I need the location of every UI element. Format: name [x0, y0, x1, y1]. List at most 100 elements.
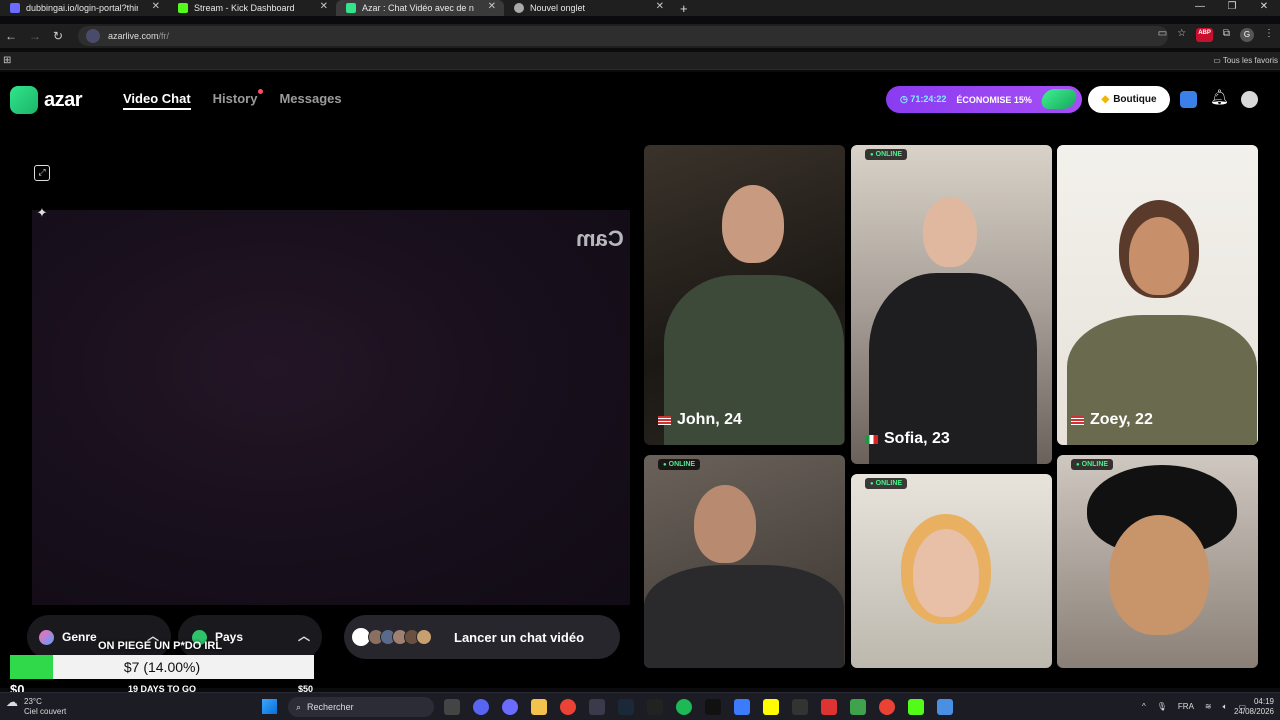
start-video-chat-button[interactable]: Lancer un chat vidéo	[344, 615, 620, 659]
volume-icon[interactable]: 🔈︎	[1223, 702, 1228, 712]
apps-grid-icon[interactable]: ⊞	[3, 55, 11, 66]
profile-photo	[913, 529, 979, 617]
app-icon[interactable]	[850, 699, 866, 715]
profile-card-sofia[interactable]: ONLINE Sofia, 23	[851, 145, 1052, 464]
app-icon[interactable]	[734, 699, 750, 715]
chat-icon[interactable]	[1180, 91, 1197, 108]
bell-icon[interactable]: 🔔︎	[1210, 88, 1229, 106]
clock-time: 04:19	[1253, 697, 1274, 706]
shop-label: Boutique	[1113, 94, 1157, 105]
new-tab-icon[interactable]: +	[680, 1, 688, 16]
bookmarks-bar: ⊞ ▭ Tous les favoris	[0, 52, 1280, 70]
forward-icon[interactable]: →	[29, 29, 41, 43]
all-bookmarks[interactable]: ▭ Tous les favoris	[1213, 56, 1278, 65]
app-icon[interactable]	[647, 699, 663, 715]
mirrored-cam-text: Cam	[576, 226, 624, 251]
user-avatar-icon[interactable]	[1241, 91, 1258, 108]
profile-photo	[923, 197, 977, 267]
url-path: /fr/	[158, 31, 170, 41]
close-tab-icon[interactable]: ✕	[320, 1, 328, 12]
taskbar-search[interactable]: ⌕ Rechercher	[288, 697, 434, 717]
extensions-icon[interactable]: ⧉	[1223, 28, 1230, 42]
promo-time-value: 71:24:22	[910, 94, 947, 104]
app-icon[interactable]	[937, 699, 953, 715]
profile-name: John, 24	[658, 411, 742, 429]
profile-card-6[interactable]: ONLINE	[1057, 455, 1258, 668]
weather-desc: Ciel couvert	[24, 707, 67, 716]
restore-icon[interactable]: ❐	[1216, 0, 1248, 14]
expand-icon[interactable]: ⤢	[34, 165, 50, 181]
us-flag-icon	[1071, 415, 1084, 425]
cast-icon[interactable]: ▭	[1158, 28, 1167, 42]
bookmark-star-icon[interactable]: ☆	[1177, 28, 1186, 42]
profile-card-john[interactable]: John, 24	[644, 145, 845, 445]
url-domain: azarlive.com	[108, 31, 159, 41]
goal-title: ON PIEGE UN P*DO IRL	[98, 640, 223, 652]
clock-date: 24/08/2026	[1233, 707, 1274, 716]
toolbar-icons: ▭ ☆ ABP ⧉ G ⋮	[1158, 28, 1274, 42]
azar-app: azar Video Chat History Messages ◷ 71:24…	[0, 72, 1280, 688]
browser-menu-icon[interactable]: ⋮	[1264, 28, 1274, 42]
browser-tab-3[interactable]: Azar : Chat Vidéo avec de n ✕	[336, 0, 504, 16]
steam-icon[interactable]	[618, 699, 634, 715]
spotify-icon[interactable]	[676, 699, 692, 715]
back-icon[interactable]: ←	[5, 29, 17, 43]
profile-photo	[1109, 515, 1209, 635]
file-explorer-icon[interactable]	[531, 699, 547, 715]
task-view-icon[interactable]	[444, 699, 460, 715]
nav-video-chat[interactable]: Video Chat	[123, 91, 191, 110]
search-placeholder: Rechercher	[307, 702, 354, 712]
weather-temp: 23°C	[24, 697, 42, 706]
promo-banner[interactable]: ◷ 71:24:22 ÉCONOMISE 15%	[886, 86, 1082, 113]
browser-tab-1[interactable]: dubbingai.io/login-portal?third ✕	[0, 0, 168, 16]
copilot-icon[interactable]	[502, 699, 518, 715]
profile-photo	[644, 565, 844, 668]
donation-goal-overlay: ON PIEGE UN P*DO IRL $7 (14.00%) $0 19 D…	[10, 640, 316, 697]
chrome-favicon-icon	[514, 3, 524, 13]
close-tab-icon[interactable]: ✕	[488, 1, 496, 12]
minimize-icon[interactable]: —	[1184, 0, 1216, 14]
cloud-icon: ☁	[6, 695, 18, 709]
snapchat-icon[interactable]	[763, 699, 779, 715]
nav-messages[interactable]: Messages	[279, 91, 341, 110]
windows-start-icon[interactable]	[262, 699, 277, 714]
weather-widget[interactable]: ☁ 23°C Ciel couvert	[6, 695, 67, 717]
profile-name-text: Sofia, 23	[884, 430, 950, 447]
profile-card-5[interactable]: ONLINE	[851, 474, 1052, 668]
close-tab-icon[interactable]: ✕	[656, 1, 664, 12]
url-input[interactable]: azarlive.com /fr/	[78, 26, 1168, 46]
tray-chevron-icon[interactable]: ^	[1142, 702, 1146, 712]
app-icon[interactable]	[705, 699, 721, 715]
app-icon[interactable]	[792, 699, 808, 715]
avatar-stack	[368, 629, 432, 645]
goal-progress-bar: $7 (14.00%)	[10, 655, 314, 679]
profile-card-zoey[interactable]: Zoey, 22	[1057, 145, 1258, 445]
store-icon[interactable]	[589, 699, 605, 715]
close-tab-icon[interactable]: ✕	[152, 1, 160, 12]
app-icon[interactable]	[821, 699, 837, 715]
browser-tab-2[interactable]: Stream - Kick Dashboard ✕	[168, 0, 336, 16]
wifi-icon[interactable]: ≋	[1205, 702, 1212, 712]
site-info-icon[interactable]	[86, 29, 100, 43]
app-icon[interactable]	[908, 699, 924, 715]
online-badge: ONLINE	[865, 149, 908, 160]
discord-icon[interactable]	[473, 699, 489, 715]
reload-icon[interactable]: ↻	[53, 29, 63, 43]
browser-tab-4[interactable]: Nouvel onglet ✕	[504, 0, 672, 16]
lang-indicator[interactable]: FRA	[1178, 702, 1194, 712]
chrome-icon[interactable]	[560, 699, 576, 715]
magic-wand-icon[interactable]: ✦	[34, 205, 50, 221]
azar-favicon-icon	[346, 3, 356, 13]
profile-card-4[interactable]: ONLINE	[644, 455, 845, 668]
shop-button[interactable]: ◆ Boutique	[1088, 86, 1170, 113]
close-window-icon[interactable]: ✕	[1248, 0, 1280, 14]
clock[interactable]: 04:19 24/08/2026	[1234, 697, 1274, 717]
azar-logo[interactable]: azar	[10, 86, 83, 114]
nav-history[interactable]: History	[213, 89, 264, 110]
camera-feed: Cam	[32, 210, 630, 605]
chrome-icon[interactable]	[879, 699, 895, 715]
adblock-icon[interactable]: ABP	[1196, 28, 1213, 42]
tab-favicon-icon	[10, 3, 20, 13]
profile-avatar-icon[interactable]: G	[1240, 28, 1254, 42]
mic-icon[interactable]: 🎙︎	[1157, 702, 1167, 712]
